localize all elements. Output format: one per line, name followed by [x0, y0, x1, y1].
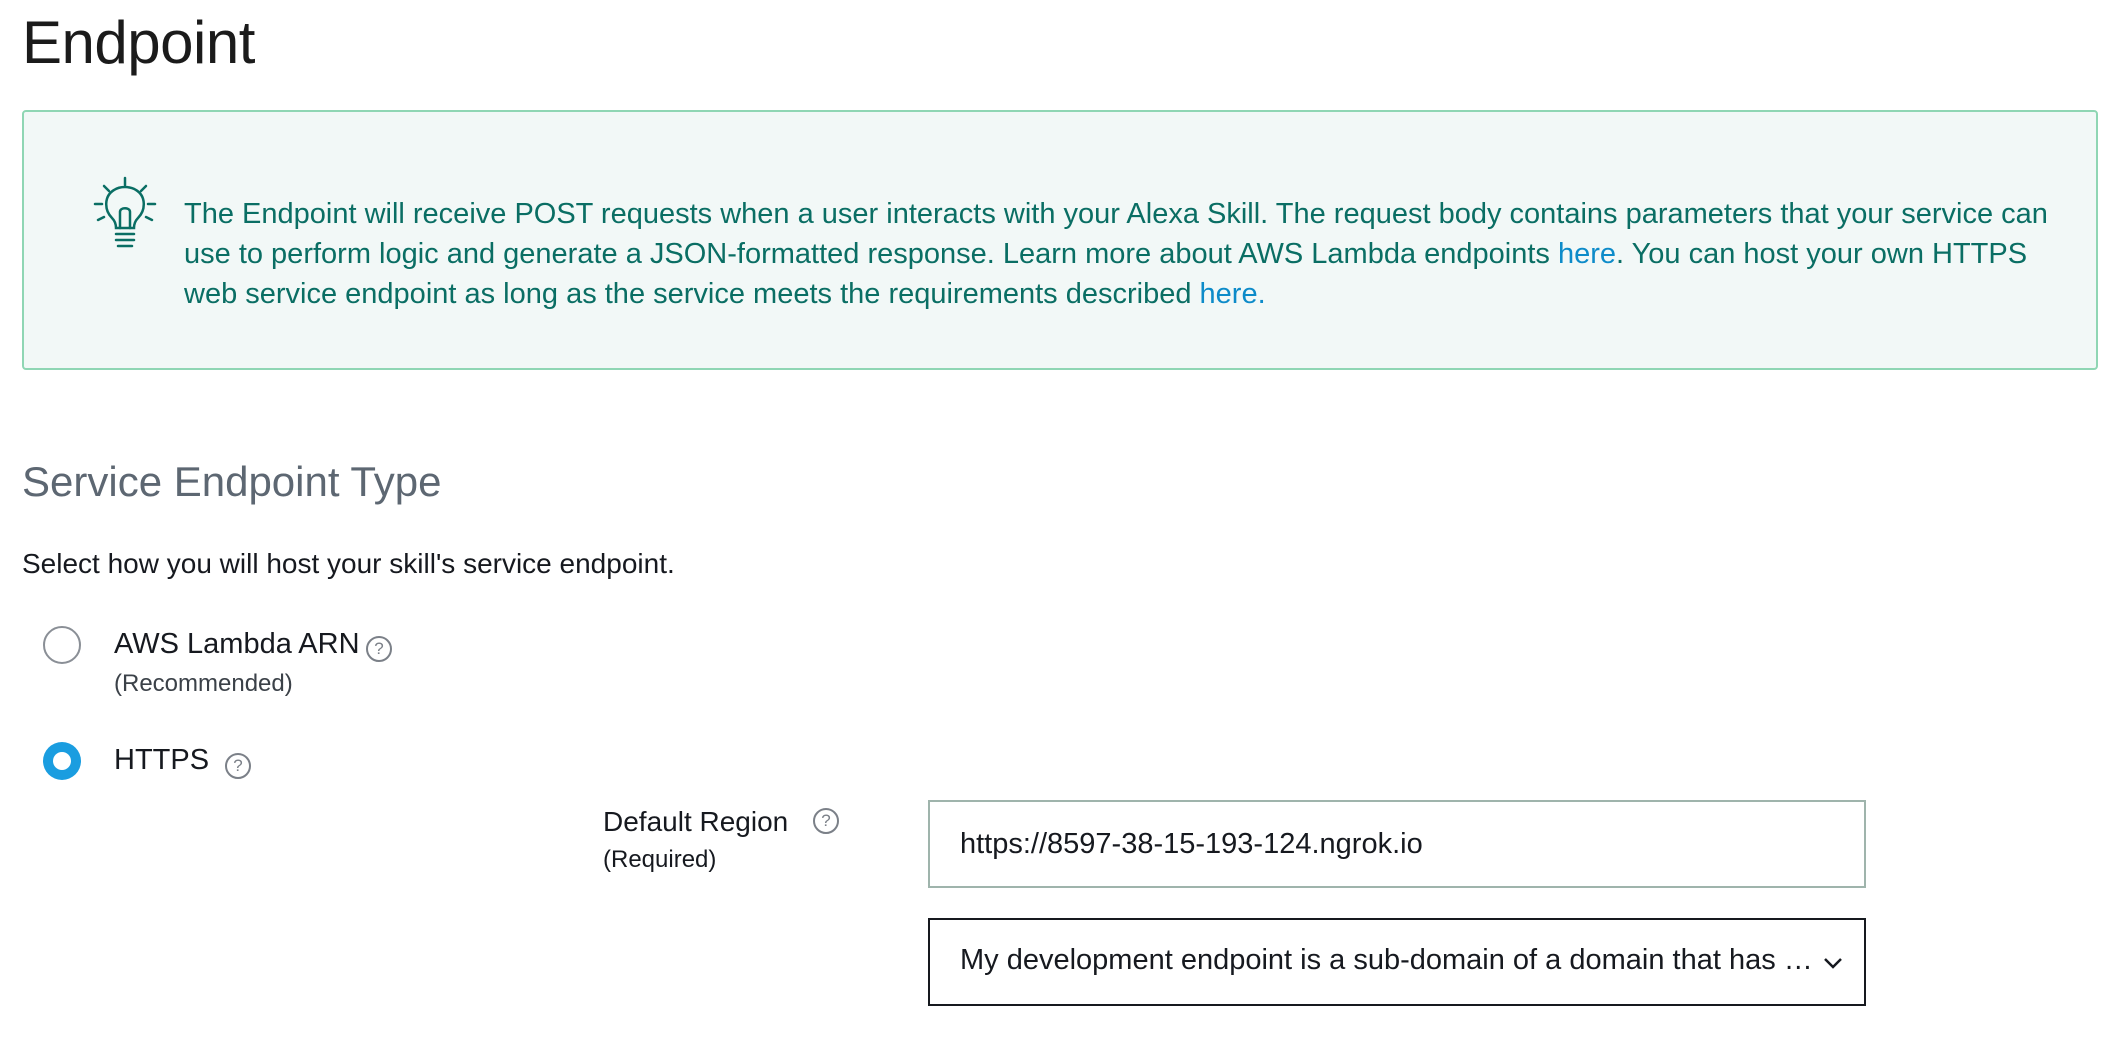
lightbulb-icon: [93, 176, 157, 248]
endpoint-url-input[interactable]: [928, 800, 1866, 888]
ssl-certificate-select[interactable]: My development endpoint is a sub-domain …: [928, 918, 1866, 1006]
section-title: Service Endpoint Type: [22, 458, 442, 505]
lambda-help-icon[interactable]: ?: [366, 636, 392, 662]
lambda-recommended-note: (Recommended): [114, 670, 293, 697]
region-required-note: (Required): [603, 846, 717, 873]
page-title: Endpoint: [22, 9, 255, 76]
info-alert: The Endpoint will receive POST requests …: [22, 110, 2098, 370]
lambda-arn-radio[interactable]: [43, 626, 81, 664]
ssl-certificate-selected-value: My development endpoint is a sub-domain …: [960, 944, 1820, 976]
default-region-label: Default Region: [603, 806, 789, 837]
lambda-arn-label[interactable]: AWS Lambda ARN: [114, 628, 360, 661]
https-help-icon[interactable]: ?: [225, 753, 251, 779]
https-radio[interactable]: [43, 742, 81, 780]
chevron-down-icon: [1824, 958, 1842, 969]
https-requirements-link[interactable]: here.: [1200, 278, 1266, 310]
section-description: Select how you will host your skill's se…: [22, 548, 675, 579]
info-text: The Endpoint will receive POST requests …: [184, 194, 2064, 314]
region-help-icon[interactable]: ?: [813, 808, 839, 834]
lambda-endpoints-link[interactable]: here: [1558, 238, 1616, 270]
https-label[interactable]: HTTPS: [114, 744, 209, 777]
